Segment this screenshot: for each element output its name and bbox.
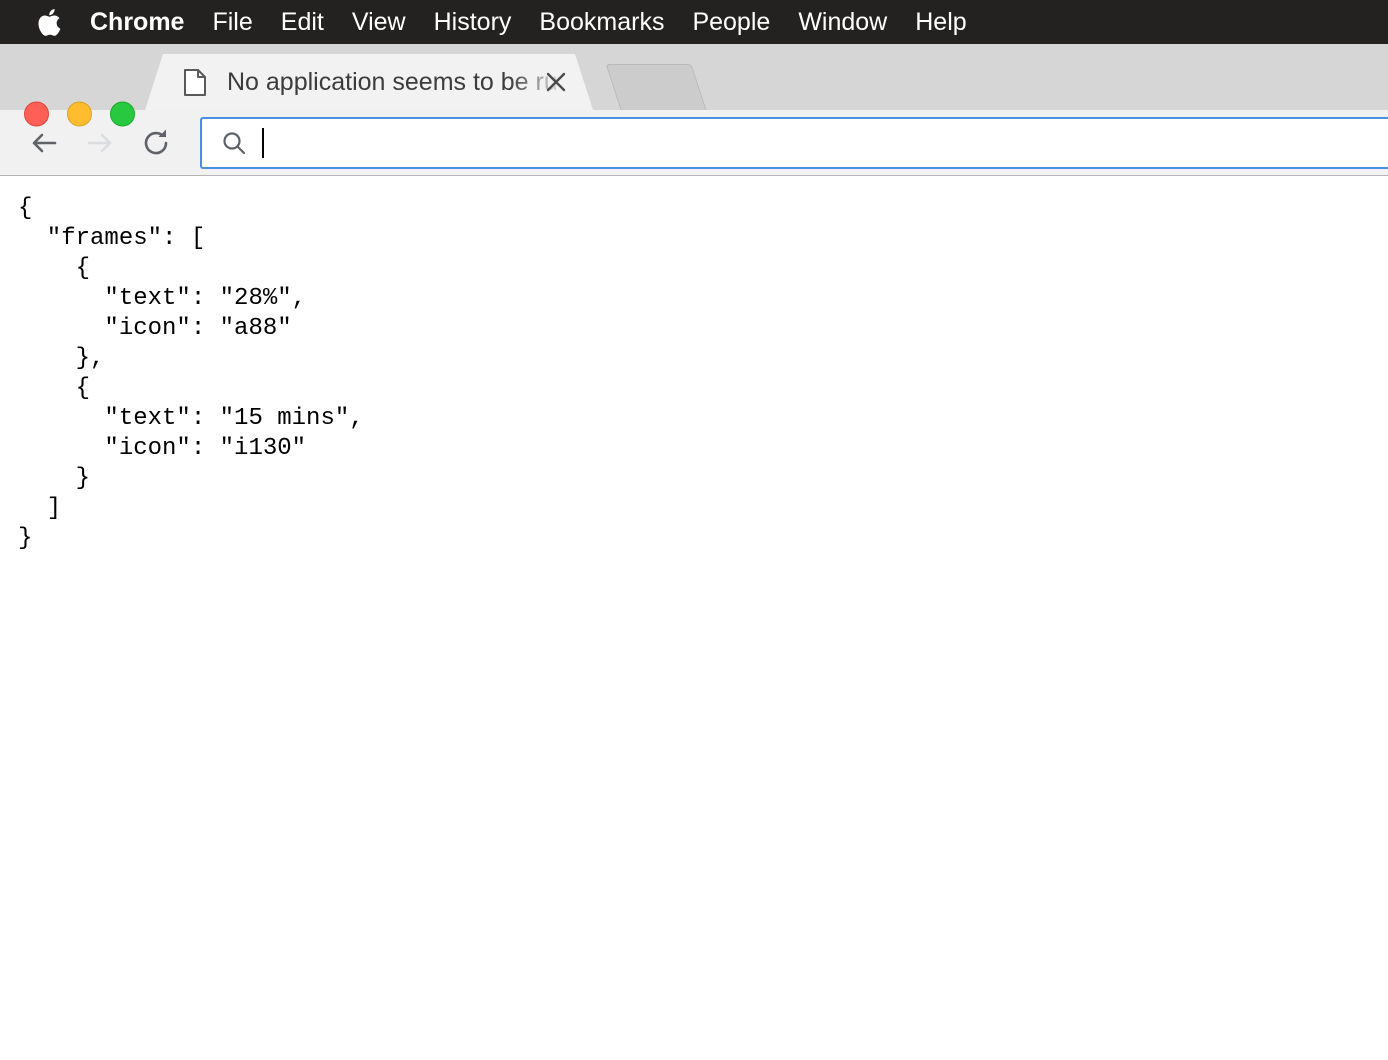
search-icon bbox=[220, 129, 248, 157]
json-response-body: { "frames": [ { "text": "28%", "icon": "… bbox=[18, 195, 364, 552]
tab-title: No application seems to be run bbox=[227, 67, 557, 96]
menu-item-history[interactable]: History bbox=[420, 0, 526, 44]
arrow-right-icon bbox=[87, 133, 112, 152]
chrome-browser-window: No application seems to be run {"frames… bbox=[0, 44, 1388, 1046]
menu-item-edit[interactable]: Edit bbox=[267, 0, 338, 44]
tab-strip: No application seems to be run bbox=[0, 44, 1388, 127]
tab-background[interactable] bbox=[605, 64, 707, 110]
address-bar[interactable] bbox=[200, 116, 1388, 169]
window-controls bbox=[24, 101, 135, 127]
apple-logo-icon[interactable] bbox=[34, 5, 64, 39]
browser-toolbar bbox=[0, 110, 1388, 176]
reload-icon bbox=[144, 129, 168, 154]
macos-menu-bar: Chrome File Edit View History Bookmarks … bbox=[0, 0, 1388, 44]
text-caret bbox=[262, 127, 264, 158]
page-document-icon bbox=[183, 68, 207, 96]
close-icon[interactable] bbox=[543, 69, 569, 95]
tab-active[interactable]: No application seems to be run bbox=[145, 54, 593, 110]
minimize-window-button[interactable] bbox=[67, 101, 92, 127]
menu-item-bookmarks[interactable]: Bookmarks bbox=[525, 0, 678, 44]
menu-item-help[interactable]: Help bbox=[901, 0, 980, 44]
arrow-left-icon bbox=[32, 133, 57, 152]
tabs-area: No application seems to be run bbox=[145, 44, 707, 110]
address-bar-input-wrapper[interactable] bbox=[262, 127, 1388, 158]
maximize-window-button[interactable] bbox=[110, 101, 135, 127]
close-window-button[interactable] bbox=[24, 101, 49, 127]
page-content-area: { "frames": [ { "text": "28%", "icon": "… bbox=[0, 176, 1388, 1046]
menu-item-window[interactable]: Window bbox=[784, 0, 901, 44]
menu-item-chrome[interactable]: Chrome bbox=[84, 0, 198, 44]
menu-item-file[interactable]: File bbox=[198, 0, 266, 44]
menu-item-people[interactable]: People bbox=[678, 0, 784, 44]
reload-button[interactable] bbox=[128, 115, 184, 171]
menu-item-view[interactable]: View bbox=[338, 0, 420, 44]
